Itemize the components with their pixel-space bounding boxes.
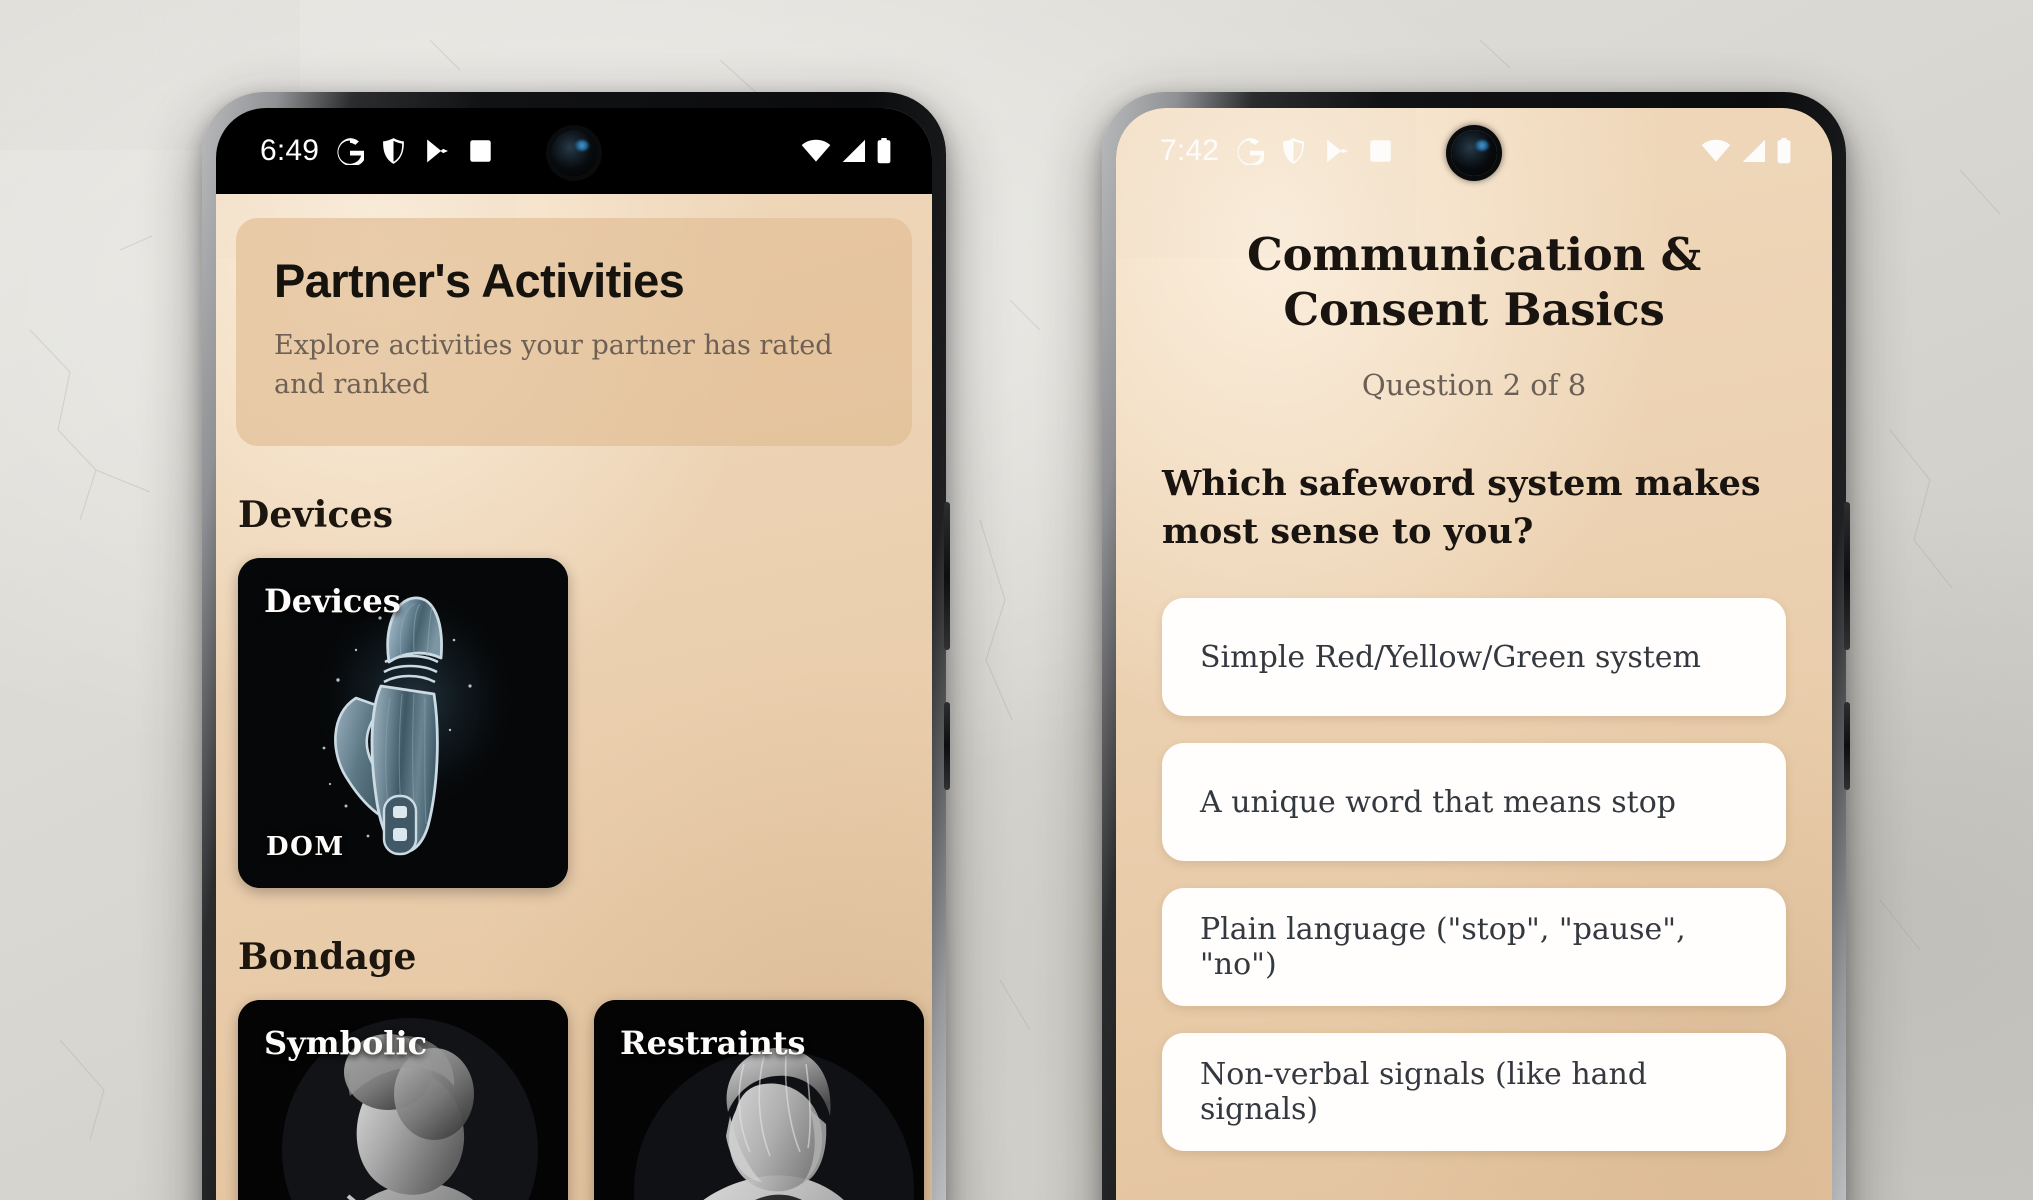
quiz-container: Communication & Consent Basics Question … [1116, 194, 1832, 1152]
activity-card-restraints[interactable]: Restraints [594, 1000, 924, 1200]
phone-device-right: 7:42 Communication & Consent Basics Ques… [1102, 92, 1850, 1200]
status-bar-left-group: 6:49 [260, 134, 493, 168]
phone-screen-right: 7:42 Communication & Consent Basics Ques… [1116, 108, 1832, 1200]
quiz-option-1[interactable]: Simple Red/Yellow/Green system [1162, 598, 1786, 717]
page-title: Partner's Activities [274, 254, 685, 307]
quiz-options-list: Simple Red/Yellow/Green system A unique … [1162, 598, 1786, 1152]
shield-icon [383, 138, 405, 164]
quiz-question-text: Which safeword system makes most sense t… [1162, 462, 1761, 553]
cellular-signal-icon [1742, 139, 1766, 163]
page-header-card: Partner's Activities Explore activities … [236, 218, 912, 446]
status-bar-left-group: 7:42 [1160, 134, 1393, 168]
activity-card-devices[interactable]: Devices DOM [238, 558, 568, 888]
quiz-option-3[interactable]: Plain language ("stop", "pause", "no") [1162, 888, 1786, 1007]
google-g-icon [1237, 138, 1265, 165]
wifi-icon [1701, 139, 1731, 162]
card-row-devices: Devices DOM [216, 558, 932, 888]
quiz-progress-label: Question 2 of 8 [1361, 367, 1587, 402]
activity-card-symbolic[interactable]: Symbolic [238, 1000, 568, 1200]
a-badge-icon [1370, 140, 1391, 162]
activity-card-label: Restraints [620, 1024, 806, 1062]
phone-screen-left: 6:49 Partner's Activities Explore activi… [216, 108, 932, 1200]
section-heading-devices: Devices [238, 494, 394, 536]
activity-card-label: Symbolic [264, 1024, 428, 1062]
activity-card-label: Devices [264, 582, 401, 620]
section-heading-bondage: Bondage [238, 936, 417, 978]
front-camera-left [551, 130, 597, 176]
page-subtitle: Explore activities your partner has rate… [274, 330, 833, 400]
wifi-icon [801, 139, 831, 162]
status-bar-right-group [801, 138, 892, 164]
quiz-title: Communication & Consent Basics [1246, 228, 1702, 336]
status-time: 7:42 [1160, 134, 1220, 167]
phone-device-left: 6:49 Partner's Activities Explore activi… [202, 92, 950, 1200]
card-row-bondage: Symbolic Restraints [216, 1000, 932, 1200]
quiz-option-4[interactable]: Non-verbal signals (like hand signals) [1162, 1033, 1786, 1152]
app-content-right: Communication & Consent Basics Question … [1116, 194, 1832, 1200]
volume-button-left-phone[interactable] [944, 502, 950, 650]
app-screen-partner-activities: 6:49 Partner's Activities Explore activi… [216, 108, 932, 1200]
power-button-left-phone[interactable] [944, 702, 950, 790]
front-camera-right [1451, 130, 1497, 176]
play-store-icon [427, 139, 449, 163]
volume-button-right-phone[interactable] [1844, 502, 1850, 650]
status-bar-right-group [1701, 138, 1792, 164]
app-content-left: Partner's Activities Explore activities … [216, 194, 932, 1200]
play-store-icon [1327, 139, 1349, 163]
quiz-option-2[interactable]: A unique word that means stop [1162, 743, 1786, 862]
shield-icon [1283, 138, 1305, 164]
a-badge-icon [470, 140, 491, 162]
power-button-right-phone[interactable] [1844, 702, 1850, 790]
app-screen-consent-quiz: 7:42 Communication & Consent Basics Ques… [1116, 108, 1832, 1200]
cellular-signal-icon [842, 139, 866, 163]
status-time: 6:49 [260, 134, 320, 167]
battery-icon [1777, 138, 1791, 164]
activity-card-role-badge: DOM [266, 832, 345, 862]
google-g-icon [337, 138, 365, 165]
battery-icon [877, 138, 891, 164]
